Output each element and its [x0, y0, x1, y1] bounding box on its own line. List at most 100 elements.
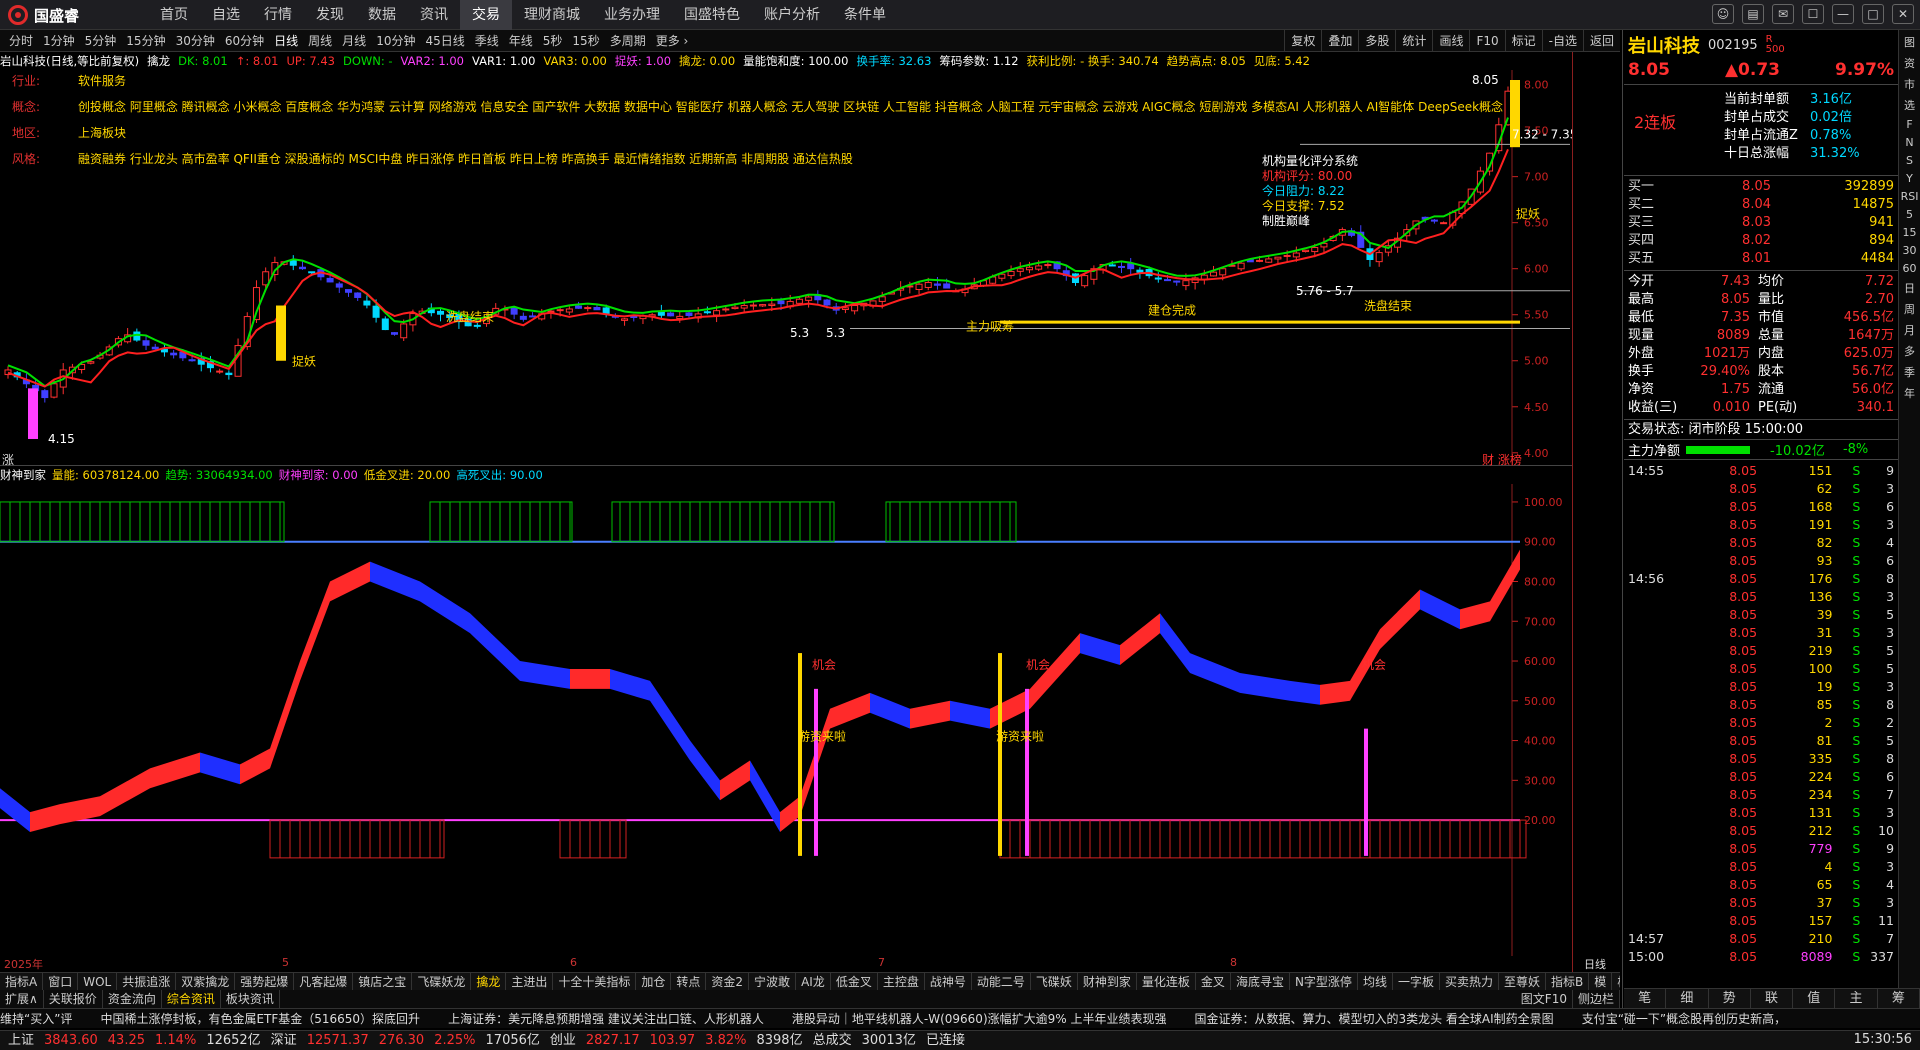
sidebar-button[interactable]: 年: [1900, 385, 1920, 401]
info-tab[interactable]: 资金流向: [103, 990, 162, 1008]
indicator-tab[interactable]: 镇店之宝: [353, 973, 413, 990]
sidebar-button[interactable]: 市: [1900, 76, 1920, 92]
info-tab[interactable]: 综合资讯: [162, 990, 221, 1008]
period-tab[interactable]: 年线: [504, 30, 538, 52]
sidebar-button[interactable]: Y: [1900, 172, 1920, 185]
indicator-tab[interactable]: 财神到家: [1078, 973, 1137, 990]
sidebar-button[interactable]: 选: [1900, 97, 1920, 113]
indicator-tab[interactable]: 量化连板: [1137, 973, 1196, 990]
top-menu-item[interactable]: 行情: [252, 0, 304, 30]
indicator-tab[interactable]: 转点: [671, 973, 707, 990]
indicator-tab[interactable]: 低金叉: [831, 973, 878, 990]
sidebar-button[interactable]: 15: [1900, 226, 1920, 239]
top-menu-item[interactable]: 自选: [200, 0, 252, 30]
indicator-tab[interactable]: 一字板: [1393, 973, 1440, 990]
top-menu-item[interactable]: 条件单: [832, 0, 898, 30]
news-item[interactable]: 中国稀土涨停封板，有色金属ETF基金（516650）探底回升: [100, 1012, 420, 1026]
top-menu-item[interactable]: 数据: [356, 0, 408, 30]
indicator-tab[interactable]: 金叉: [1196, 973, 1231, 990]
period-tab[interactable]: 周线: [303, 30, 337, 52]
indicator-tab[interactable]: 强势起爆: [235, 973, 295, 990]
info-tab[interactable]: 扩展∧: [0, 990, 44, 1008]
indicator-tab[interactable]: 模: [1589, 973, 1613, 990]
period-tab[interactable]: 1分钟: [38, 30, 80, 52]
period-tab[interactable]: 15秒: [567, 30, 604, 52]
period-tab[interactable]: 10分钟: [371, 30, 420, 52]
tool-button[interactable]: 多股: [1358, 30, 1395, 52]
tool-button[interactable]: 标记: [1504, 30, 1542, 52]
sidebar-button[interactable]: 60: [1900, 262, 1920, 275]
news-item[interactable]: 维持“买入”评: [0, 1012, 72, 1026]
indicator-tab[interactable]: 指标B: [1546, 973, 1590, 990]
sidebar-button[interactable]: S: [1900, 154, 1920, 167]
period-tab[interactable]: 更多 ›: [651, 30, 694, 52]
info-tab-right[interactable]: 侧边栏: [1573, 990, 1620, 1008]
indicator-tab[interactable]: 双紫擒龙: [176, 973, 236, 990]
indicator-tab[interactable]: 板: [1612, 973, 1620, 990]
quote-tab[interactable]: 值: [1793, 989, 1836, 1008]
quote-tab[interactable]: 主: [1835, 989, 1878, 1008]
window-control-icon[interactable]: ✉: [1772, 4, 1794, 24]
period-tab[interactable]: 多周期: [605, 30, 651, 52]
window-control-icon[interactable]: ☐: [1802, 4, 1824, 24]
info-tab[interactable]: 板块资讯: [221, 990, 280, 1008]
quote-tab[interactable]: 势: [1709, 989, 1751, 1008]
indicator-tab[interactable]: 买卖热力: [1440, 973, 1499, 990]
indicator-tab[interactable]: 窗口: [43, 973, 79, 990]
sidebar-button[interactable]: 季: [1900, 364, 1920, 380]
indicator-tab[interactable]: 飞碟妖龙: [412, 973, 472, 990]
sidebar-button[interactable]: 5: [1900, 208, 1920, 221]
tick-list[interactable]: 14:55 8.05 151 S 9 8.05 62 S 3 8.05 168 S 6 8.05 191 S 3…: [1624, 460, 1898, 968]
tool-button[interactable]: 画线: [1432, 30, 1469, 52]
sidebar-button[interactable]: 日: [1900, 280, 1920, 296]
tool-button[interactable]: 复权: [1284, 30, 1321, 52]
window-control-icon[interactable]: ▤: [1742, 4, 1764, 24]
window-control-icon[interactable]: ✕: [1892, 4, 1914, 24]
window-control-icon[interactable]: ☺: [1712, 4, 1734, 24]
sidebar-button[interactable]: 周: [1900, 301, 1920, 317]
top-menu-item[interactable]: 首页: [148, 0, 200, 30]
indicator-tab[interactable]: 海底寻宝: [1231, 973, 1290, 990]
period-tab[interactable]: 45日线: [420, 30, 469, 52]
quote-tab[interactable]: 细: [1666, 989, 1709, 1008]
kline-chart[interactable]: 8.00 7.50 7.00 6.50 6.00 5.50 5.00 4.50 4.00 4.15…: [0, 70, 1577, 467]
indicator-tab[interactable]: 主控盘: [878, 973, 925, 990]
period-tab[interactable]: 5秒: [538, 30, 568, 52]
indicator-tab[interactable]: 十全十美指标: [553, 973, 637, 990]
tool-button[interactable]: -自选: [1541, 30, 1583, 52]
indicator-tab[interactable]: WOL: [78, 973, 118, 990]
top-menu-item[interactable]: 国盛特色: [672, 0, 752, 30]
quote-tab[interactable]: 联: [1751, 989, 1794, 1008]
period-tab[interactable]: 月线: [337, 30, 371, 52]
indicator-tab[interactable]: 凡客起爆: [294, 973, 354, 990]
news-item[interactable]: 港股异动｜地平线机器人-W(09660)涨幅扩大逾9% 上半年业绩表现强: [792, 1012, 1167, 1026]
indicator-tab[interactable]: 共振追涨: [117, 973, 177, 990]
top-menu-item[interactable]: 账户分析: [752, 0, 832, 30]
quote-tab[interactable]: 筹: [1878, 989, 1920, 1008]
window-control-icon[interactable]: □: [1862, 4, 1884, 24]
top-menu-item[interactable]: 交易: [460, 0, 512, 30]
indicator-tab[interactable]: 动能二号: [972, 973, 1031, 990]
top-menu-item[interactable]: 资讯: [408, 0, 460, 30]
period-tab[interactable]: 日线: [269, 30, 303, 52]
info-tab-right[interactable]: 图文F10: [1516, 990, 1573, 1008]
period-tab[interactable]: 15分钟: [121, 30, 170, 52]
indicator-tab[interactable]: 加仓: [636, 973, 672, 990]
indicator-tab[interactable]: 飞碟妖: [1031, 973, 1078, 990]
indicator-tab[interactable]: N字型涨停: [1290, 973, 1358, 990]
period-tab[interactable]: 分时: [4, 30, 38, 52]
indicator-tab[interactable]: 指标A: [0, 973, 44, 990]
tool-button[interactable]: 返回: [1582, 30, 1620, 52]
news-item[interactable]: 支付宝“碰一下”概念股再创历史新高，: [1582, 1012, 1786, 1026]
indicator-tab[interactable]: 至尊妖: [1499, 973, 1546, 990]
tool-button[interactable]: 统计: [1395, 30, 1432, 52]
period-tab[interactable]: 30分钟: [171, 30, 220, 52]
period-tab[interactable]: 60分钟: [220, 30, 269, 52]
sidebar-button[interactable]: 资: [1900, 55, 1920, 71]
sidebar-button[interactable]: F: [1900, 118, 1920, 131]
info-tab[interactable]: 关联报价: [44, 990, 103, 1008]
sidebar-button[interactable]: 多: [1900, 343, 1920, 359]
sidebar-button[interactable]: RSI: [1900, 190, 1920, 203]
quote-tab[interactable]: 笔: [1624, 989, 1667, 1008]
sidebar-button[interactable]: 月: [1900, 322, 1920, 338]
